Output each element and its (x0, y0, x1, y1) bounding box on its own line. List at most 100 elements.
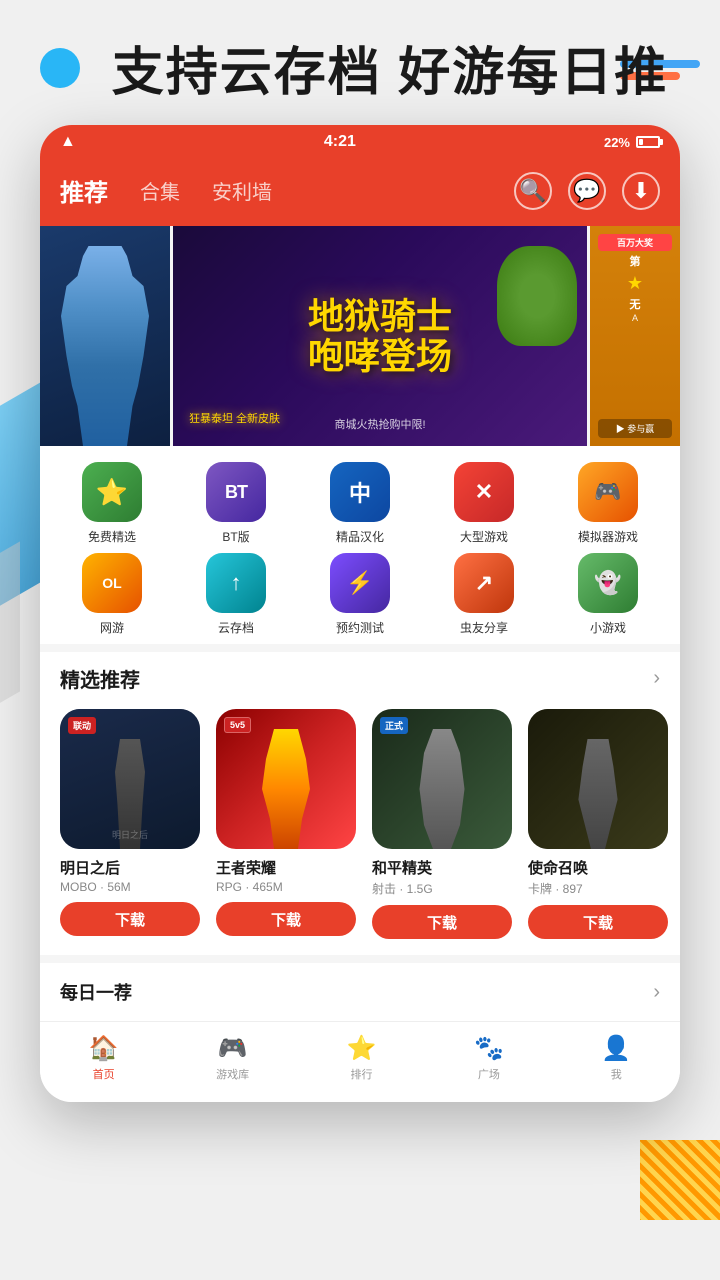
download-btn-1[interactable]: 下载 (216, 902, 356, 936)
ranking-icon: ⭐ (347, 1034, 377, 1063)
cat-share-label: 虫友分享 (460, 619, 508, 636)
game-thumb-1: 5v5 (216, 709, 356, 849)
game-meta-2: 射击 · 1.5G (372, 880, 512, 897)
cat-share[interactable]: ↗ 虫友分享 (422, 553, 546, 636)
download-icon-button[interactable]: ⬇ (622, 172, 660, 210)
cat-large-games[interactable]: ✕ 大型游戏 (422, 462, 546, 545)
badge-1: 5v5 (224, 717, 251, 733)
cat-mini-label: 小游戏 (590, 619, 626, 636)
char-art-2 (397, 729, 487, 849)
nav-home[interactable]: 🏠 首页 (73, 1030, 135, 1086)
cat-emulator-label: 模拟器游戏 (578, 528, 638, 545)
phone-frame: ▲ 4:21 22% 推荐 合集 安利墙 🔍 💬 ⬇ 地狱骑士咆哮登场 狂暴泰坦… (40, 125, 680, 1102)
banner-main-game[interactable]: 地狱骑士咆哮登场 狂暴泰坦 全新皮肤 商城火热抢购中限! (173, 226, 587, 446)
cat-free-label: 免费精选 (88, 528, 136, 545)
promo-rank: 第 (598, 255, 672, 269)
cat-beta-icon: ⚡ (330, 553, 390, 613)
message-icon-button[interactable]: 💬 (568, 172, 606, 210)
cat-share-icon: ↗ (454, 553, 514, 613)
profile-icon: 👤 (601, 1034, 631, 1063)
nav-ranking-label: 排行 (351, 1066, 373, 1082)
cat-online[interactable]: OL 网游 (50, 553, 174, 636)
cat-cloud[interactable]: ↑ 云存档 (174, 553, 298, 636)
nav-me[interactable]: 👤 我 (585, 1030, 647, 1086)
search-icon-button[interactable]: 🔍 (514, 172, 552, 210)
download-btn-0[interactable]: 下载 (60, 902, 200, 936)
cat-bt-icon: BT (206, 462, 266, 522)
wifi-icon: ▲ (60, 133, 76, 151)
download-btn-3[interactable]: 下载 (528, 905, 668, 939)
badge-0: 联动 (68, 717, 96, 734)
cat-free-icon: ⭐ (82, 462, 142, 522)
promo-badge: 百万大奖 (598, 234, 672, 251)
game-name-1: 王者荣耀 (216, 857, 356, 878)
battery-icon (636, 136, 660, 148)
nav-plaza-label: 广场 (478, 1066, 500, 1082)
status-bar: ▲ 4:21 22% (40, 125, 680, 159)
cat-large-label: 大型游戏 (460, 528, 508, 545)
cat-large-icon: ✕ (454, 462, 514, 522)
featured-title: 精选推荐 (60, 664, 140, 693)
banner-title: 地狱骑士咆哮登场 (308, 296, 452, 375)
promo-award: ★ (598, 273, 672, 294)
cat-chinese[interactable]: 中 精品汉化 (298, 462, 422, 545)
featured-more-arrow[interactable]: › (653, 667, 660, 690)
app-tagline: 支持云存档 好游每日推 (100, 30, 680, 105)
game-cards-container: 联动 明日之后 MOBO · 56M 下载 5v5 王者荣耀 RPG · 465… (40, 701, 680, 955)
game-thumb-0: 联动 (60, 709, 200, 849)
nav-home-label: 首页 (93, 1066, 115, 1082)
download-btn-2[interactable]: 下载 (372, 905, 512, 939)
game-name-2: 和平精英 (372, 857, 512, 878)
outer-header: 支持云存档 好游每日推 (0, 0, 720, 125)
nav-library[interactable]: 🎮 游戏库 (200, 1030, 265, 1086)
featured-section-header: 精选推荐 › (40, 644, 680, 701)
cat-mini-games[interactable]: 👻 小游戏 (546, 553, 670, 636)
game-name-0: 明日之后 (60, 857, 200, 878)
cat-bt-label: BT版 (222, 528, 249, 545)
game-card-1[interactable]: 5v5 王者荣耀 RPG · 465M 下载 (216, 709, 356, 939)
nav-plaza[interactable]: 🐾 广场 (458, 1030, 520, 1086)
status-right: 22% (604, 135, 660, 150)
game-card-2[interactable]: 正式 和平精英 射击 · 1.5G 下载 (372, 709, 512, 939)
game-meta-1: RPG · 465M (216, 880, 356, 894)
cat-emulator[interactable]: 🎮 模拟器游戏 (546, 462, 670, 545)
app-logo-dot (40, 48, 80, 88)
banner-carousel: 地狱骑士咆哮登场 狂暴泰坦 全新皮肤 商城火热抢购中限! 百万大奖 第 ★ 无 … (40, 226, 680, 446)
cat-beta-label: 预约测试 (336, 619, 384, 636)
cat-emulator-icon: 🎮 (578, 462, 638, 522)
tab-collection[interactable]: 合集 (124, 172, 196, 209)
home-icon: 🏠 (89, 1034, 119, 1063)
banner-subtitle: 商城火热抢购中限! (173, 416, 587, 432)
bottom-arrow[interactable]: › (653, 981, 660, 1004)
promo-free: 无 (598, 298, 672, 312)
banner-left-game[interactable] (40, 226, 170, 446)
game-thumb-3: CALLDUTY (528, 709, 668, 849)
cat-chinese-label: 精品汉化 (336, 528, 384, 545)
battery-percent: 22% (604, 135, 630, 150)
promo-note: A (598, 313, 672, 323)
cat-cloud-icon: ↑ (206, 553, 266, 613)
game-meta-0: MOBO · 56M (60, 880, 200, 894)
badge-2: 正式 (380, 717, 408, 734)
cat-free-picks[interactable]: ⭐ 免费精选 (50, 462, 174, 545)
promo-cta[interactable]: ▶ 参与赢 (598, 419, 672, 438)
banner-right-promo[interactable]: 百万大奖 第 ★ 无 A ▶ 参与赢 (590, 226, 680, 446)
nav-library-label: 游戏库 (216, 1066, 249, 1082)
status-time: 4:21 (324, 133, 356, 151)
game-card-3[interactable]: CALLDUTY 使命召唤 卡牌 · 897 下载 (528, 709, 668, 939)
game-thumb-2: 正式 (372, 709, 512, 849)
tab-recommended[interactable]: 推荐 (60, 169, 124, 212)
cat-cloud-label: 云存档 (218, 619, 254, 636)
cat-beta[interactable]: ⚡ 预约测试 (298, 553, 422, 636)
tab-recommend-wall[interactable]: 安利墙 (196, 172, 288, 209)
game-card-0[interactable]: 联动 明日之后 MOBO · 56M 下载 (60, 709, 200, 939)
cat-mini-icon: 👻 (578, 553, 638, 613)
game-name-3: 使命召唤 (528, 857, 668, 878)
bottom-title: 每日一荐 (60, 979, 132, 1005)
cat-chinese-icon: 中 (330, 462, 390, 522)
nav-me-label: 我 (611, 1066, 622, 1082)
cat-online-icon: OL (82, 553, 142, 613)
nav-ranking[interactable]: ⭐ 排行 (331, 1030, 393, 1086)
cat-bt[interactable]: BT BT版 (174, 462, 298, 545)
bottom-navigation: 🏠 首页 🎮 游戏库 ⭐ 排行 🐾 广场 👤 我 (40, 1021, 680, 1102)
